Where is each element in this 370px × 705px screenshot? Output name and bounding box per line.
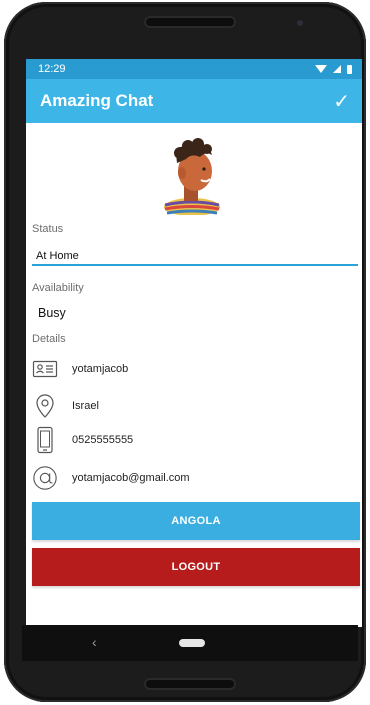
availability-value: Busy <box>38 306 66 320</box>
detail-location: Israel <box>32 392 358 420</box>
logout-button[interactable]: LOGOUT <box>32 548 360 586</box>
back-icon[interactable]: ‹ <box>92 634 97 650</box>
app-bar: Amazing Chat ✓ <box>26 79 362 123</box>
at-sign-icon <box>32 465 58 491</box>
home-icon[interactable] <box>179 639 205 647</box>
angola-button[interactable]: ANGOLA <box>32 502 360 540</box>
front-camera <box>297 20 303 26</box>
contact-card-icon <box>32 356 58 382</box>
status-input-value: At Home <box>36 250 79 262</box>
status-input[interactable]: At Home <box>32 246 358 266</box>
detail-phone: 0525555555 <box>32 426 358 454</box>
wifi-icon <box>315 65 327 73</box>
status-input-underline <box>32 264 358 266</box>
status-bar: 12:29 <box>26 59 362 79</box>
detail-username-value: yotamjacob <box>72 363 129 375</box>
detail-email: yotamjacob@gmail.com <box>32 464 358 492</box>
status-icons <box>315 64 352 74</box>
availability-label: Availability <box>32 282 84 294</box>
location-pin-icon <box>32 393 58 419</box>
phone-icon <box>32 426 58 454</box>
details-label: Details <box>32 333 66 345</box>
status-time: 12:29 <box>38 63 66 75</box>
top-speaker <box>144 16 236 28</box>
phone-frame: 12:29 Amazing Chat ✓ Status At Home Avai… <box>4 2 366 702</box>
battery-icon <box>347 64 352 74</box>
app-title: Amazing Chat <box>40 91 154 110</box>
confirm-check-icon[interactable]: ✓ <box>333 89 350 114</box>
detail-email-value: yotamjacob@gmail.com <box>72 472 190 484</box>
avatar[interactable] <box>162 133 222 216</box>
detail-username: yotamjacob <box>32 355 358 383</box>
signal-icon <box>333 65 341 73</box>
status-label: Status <box>32 223 64 235</box>
detail-phone-value: 0525555555 <box>72 434 134 446</box>
availability-select[interactable]: Busy <box>32 303 362 323</box>
detail-location-value: Israel <box>72 400 99 412</box>
screen: 12:29 Amazing Chat ✓ Status At Home Avai… <box>26 59 362 627</box>
avatar-illustration-icon <box>164 138 220 216</box>
bottom-speaker <box>144 678 236 690</box>
navigation-bar: ‹ <box>22 625 358 661</box>
